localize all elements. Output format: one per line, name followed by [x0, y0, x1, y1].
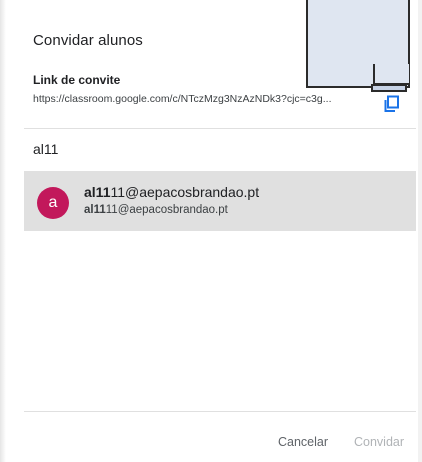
student-search-input[interactable]	[33, 137, 393, 161]
dialog-edge-shadow	[0, 0, 6, 462]
footer-divider	[24, 411, 416, 412]
dialog-title: Convidar alunos	[33, 32, 143, 49]
suggestion-name-match: al11	[84, 184, 111, 200]
suggestion-email-match: al11	[84, 204, 106, 216]
cancel-button[interactable]: Cancelar	[278, 435, 328, 449]
suggestion-email: al1111@aepacosbrandao.pt	[84, 204, 228, 216]
invite-button[interactable]: Convidar	[354, 435, 404, 449]
invite-link-label: Link de convite	[33, 73, 121, 87]
divider	[24, 128, 416, 129]
copy-link-button[interactable]	[383, 95, 401, 113]
suggestion-email-rest: 11@aepacosbrandao.pt	[105, 204, 228, 216]
annotation-pointer	[371, 84, 407, 92]
suggestion-name: al1111@aepacosbrandao.pt	[84, 184, 259, 200]
avatar: a	[37, 187, 69, 219]
window-edge	[418, 0, 422, 462]
suggestion-name-rest: 11@aepacosbrandao.pt	[110, 184, 260, 200]
copy-icon	[384, 95, 399, 112]
invite-link-url: https://classroom.google.com/c/NTczMzg3N…	[33, 93, 332, 105]
annotation-notch	[373, 64, 409, 85]
suggestion-row[interactable]: a al1111@aepacosbrandao.pt al1111@aepaco…	[24, 171, 416, 231]
